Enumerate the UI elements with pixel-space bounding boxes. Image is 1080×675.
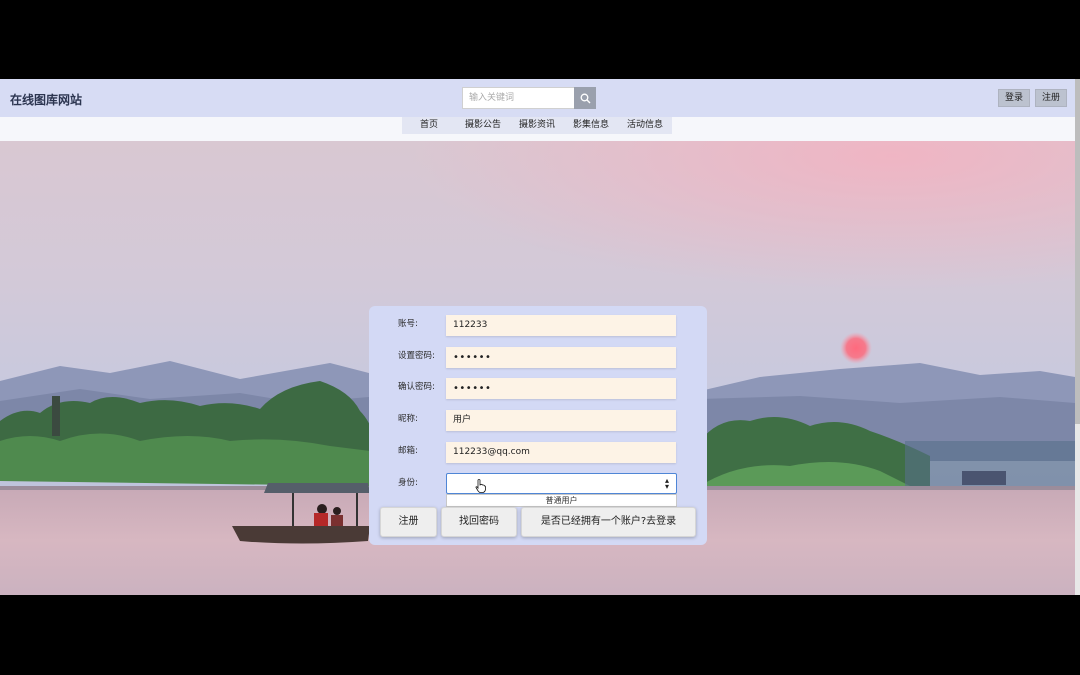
password-label: 设置密码: [398, 351, 435, 361]
search-box [462, 87, 596, 109]
site-brand[interactable]: 在线图库网站 [10, 91, 82, 108]
header-register-button[interactable]: 注册 [1035, 89, 1068, 107]
go-login-button[interactable]: 是否已经拥有一个账户?去登录 [521, 507, 696, 537]
role-label: 身份: [398, 478, 418, 488]
nav-item-photo-news[interactable]: 摄影资讯 [510, 117, 564, 134]
nav-item-photo-notice[interactable]: 摄影公告 [456, 117, 510, 134]
nav-item-album-info[interactable]: 影集信息 [564, 117, 618, 134]
confirm-password-label: 确认密码: [398, 382, 435, 392]
nickname-label: 昵称: [398, 414, 418, 424]
password-field[interactable]: •••••• [446, 347, 676, 368]
search-input[interactable] [462, 87, 574, 109]
register-form-card: 账号: 112233 设置密码: •••••• 确认密码: •••••• 昵称:… [369, 306, 707, 545]
nav-bar: 首页 摄影公告 摄影资讯 影集信息 活动信息 [0, 117, 1075, 141]
page-scrollbar[interactable] [1075, 79, 1080, 595]
register-submit-button[interactable]: 注册 [380, 507, 437, 537]
nav-item-home[interactable]: 首页 [402, 117, 456, 134]
role-option-normal-user[interactable]: 普通用户 [446, 494, 677, 507]
email-field[interactable]: 112233@qq.com [446, 442, 676, 463]
find-password-button[interactable]: 找回密码 [441, 507, 517, 537]
search-icon [580, 93, 590, 103]
account-field[interactable]: 112233 [446, 315, 676, 336]
confirm-password-field[interactable]: •••••• [446, 378, 676, 399]
nickname-field[interactable]: 用户 [446, 410, 676, 431]
search-button[interactable] [574, 87, 596, 109]
nav-item-activity-info[interactable]: 活动信息 [618, 117, 672, 134]
hand-cursor-icon [475, 479, 486, 493]
top-header: 在线图库网站 登录 注册 [0, 79, 1075, 117]
web-page: 在线图库网站 登录 注册 首页 摄影公告 摄影资讯 影集信息 活动信息 [0, 79, 1075, 595]
nav-list: 首页 摄影公告 摄影资讯 影集信息 活动信息 [402, 117, 672, 134]
header-login-button[interactable]: 登录 [998, 89, 1031, 107]
select-arrows-icon: ▴ ▾ [664, 476, 669, 491]
email-label: 邮箱: [398, 446, 418, 456]
account-label: 账号: [398, 319, 418, 329]
scrollbar-thumb[interactable] [1075, 79, 1080, 424]
